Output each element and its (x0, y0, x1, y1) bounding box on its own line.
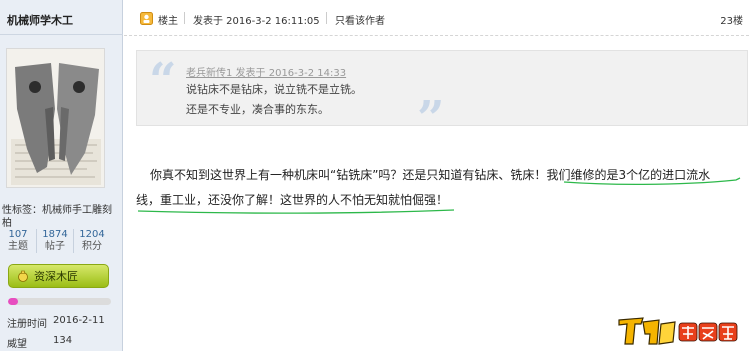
floor-number[interactable]: 23楼 (720, 12, 743, 27)
rank-button[interactable]: 资深木匠 (8, 264, 109, 288)
stat-value: 1874 (42, 229, 68, 240)
op-label: 楼主 (158, 16, 178, 27)
stat-label: 主题 (8, 241, 28, 252)
stat-points[interactable]: 1204 积分 (74, 229, 110, 253)
prestige-label: 威望 (7, 339, 27, 350)
post-body-line-1: 你真不知到这世界上有一种机床叫“钻铣床”吗？还是只知道有钻床、铣床！我们维修的是… (150, 162, 710, 189)
stat-value: 1204 (79, 229, 105, 240)
user-stats: 107 主题 1874 帖子 1204 积分 (0, 229, 123, 253)
prestige-row: 威望 134 (7, 335, 72, 350)
user-sidebar: 机械师学木工 性标签：机械师手工雕刻柏 107 主题 1874 帖子 1204 … (0, 0, 123, 351)
post-header: 楼主 发表于 2016-3-2 16:11:05 只看该作者 23楼 (124, 0, 749, 36)
prestige-value: 134 (53, 335, 73, 346)
personal-tags: 性标签：机械师手工雕刻柏 (2, 205, 112, 229)
stat-posts[interactable]: 1874 帖子 (36, 229, 74, 253)
op-icon (140, 12, 153, 25)
username[interactable]: 机械师学木工 (7, 12, 73, 28)
author-only-link[interactable]: 只看该作者 (335, 12, 385, 27)
header-divider (326, 12, 327, 24)
stat-label: 帖子 (45, 241, 65, 252)
stat-value: 107 (8, 229, 28, 240)
rank-progress-fill (8, 298, 19, 305)
stat-topics[interactable]: 107 主题 (0, 229, 36, 253)
rank-progress-bar (8, 298, 111, 305)
quote-line: 说钻床不是钻床，说立铣不是立铣。 (186, 83, 362, 96)
avatar[interactable] (6, 48, 105, 188)
post-body-line-2: 线，重工业，还没你了解！这世界的人不怕无知就怕倔强！ (136, 193, 449, 207)
rank-label: 资深木匠 (34, 270, 78, 283)
avatar-image (7, 49, 104, 187)
header-divider (184, 12, 185, 24)
open-quote-icon: “ (149, 53, 177, 109)
post-time: 发表于 2016-3-2 16:11:05 (193, 16, 320, 27)
close-quote-icon: ” (417, 91, 445, 147)
post-text: 你真不知到这世界上有一种机床叫“钻铣床”吗？还是只知道有钻床、铣床！ (150, 168, 547, 182)
register-label: 注册时间 (7, 319, 47, 330)
quote-line: 还是不专业，凑合事的东东。 (186, 103, 329, 116)
stat-label: 积分 (82, 241, 102, 252)
sidebar-divider (0, 34, 123, 35)
register-value: 2016-2-11 (53, 315, 105, 326)
site-logo[interactable] (613, 314, 743, 346)
post-text-highlight: 我们维修的是3个亿的进口流水 (546, 168, 711, 182)
quote-meta-link[interactable]: 老兵新传1 发表于 2016-3-2 14:33 (186, 64, 346, 79)
quote-block: “ 老兵新传1 发表于 2016-3-2 14:33 说钻床不是钻床，说立铣不是… (136, 50, 748, 143)
register-row: 注册时间 2016-2-11 (7, 315, 105, 330)
money-bag-icon (18, 270, 28, 282)
